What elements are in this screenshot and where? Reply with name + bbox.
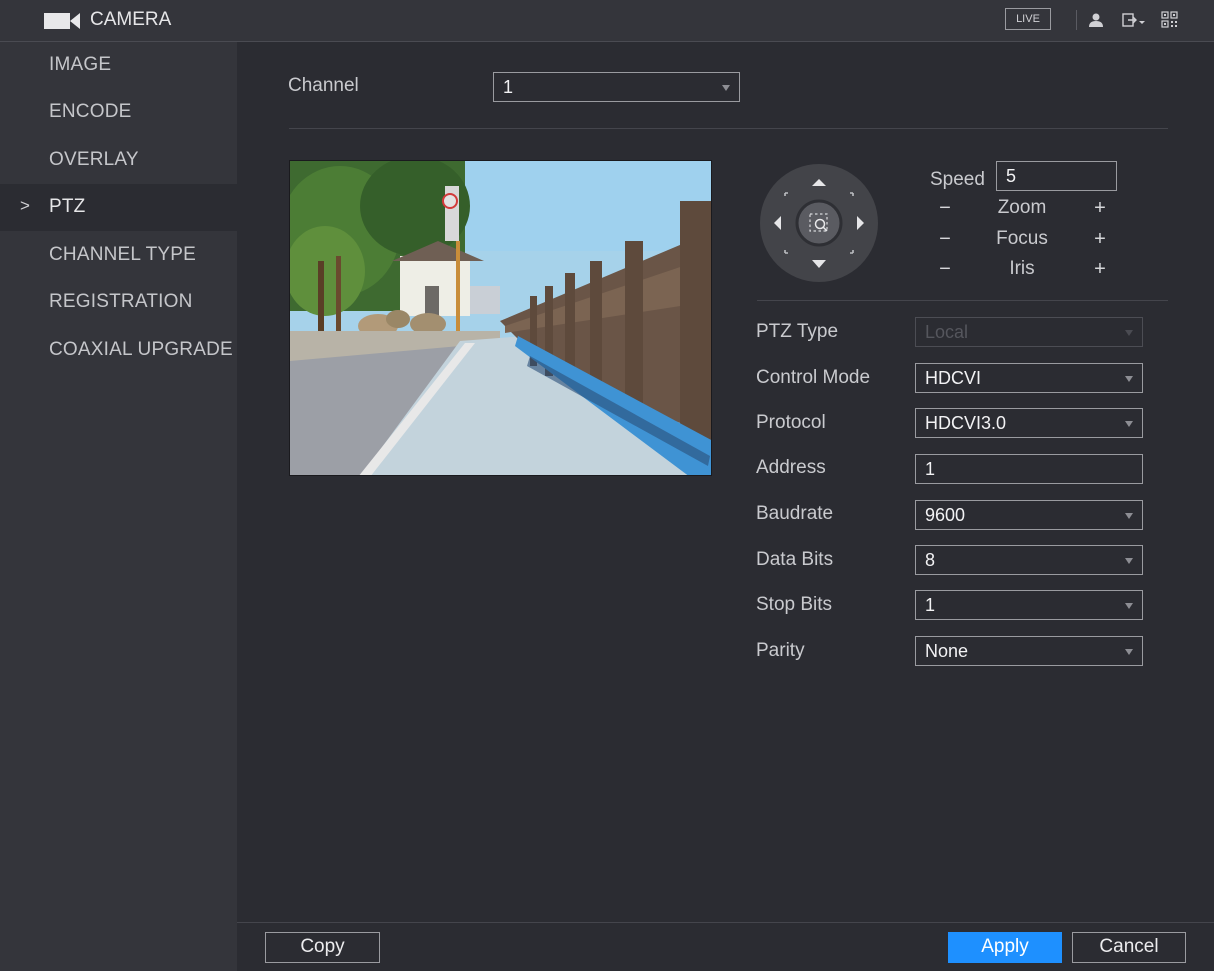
dropdown-arrow-icon bbox=[1125, 603, 1133, 609]
iris-open-button[interactable]: + bbox=[1089, 258, 1111, 281]
sidebar-item-label: OVERLAY bbox=[49, 149, 139, 170]
pan-down-right-icon[interactable] bbox=[850, 250, 854, 254]
zoom-in-button[interactable]: + bbox=[1089, 197, 1111, 220]
baudrate-label: Baudrate bbox=[756, 503, 834, 524]
live-button[interactable]: LIVE bbox=[1005, 8, 1051, 30]
camera-preview bbox=[289, 160, 712, 476]
pan-down-icon[interactable] bbox=[812, 260, 826, 268]
control-mode-value: HDCVI bbox=[925, 368, 982, 388]
pan-up-icon[interactable] bbox=[812, 179, 826, 186]
parity-select[interactable]: None bbox=[915, 636, 1143, 666]
dropdown-arrow-icon bbox=[1125, 558, 1133, 564]
dropdown-arrow-icon bbox=[722, 85, 730, 91]
baudrate-value: 9600 bbox=[925, 505, 966, 525]
sidebar-item-ptz[interactable]: > PTZ bbox=[0, 184, 237, 231]
channel-select[interactable]: 1 bbox=[493, 72, 740, 102]
stop-bits-value: 1 bbox=[925, 595, 936, 615]
ptz-center-button[interactable] bbox=[795, 199, 843, 247]
sidebar: IMAGE ENCODE OVERLAY > PTZ CHANNEL TYPE … bbox=[0, 42, 237, 971]
pan-down-left-icon[interactable] bbox=[784, 250, 788, 254]
toolbar-divider bbox=[1076, 10, 1077, 30]
dropdown-arrow-icon bbox=[1125, 649, 1133, 655]
sidebar-item-label: PTZ bbox=[49, 196, 86, 217]
ptz-type-value: Local bbox=[925, 322, 969, 342]
preview-image bbox=[290, 161, 711, 475]
copy-button[interactable]: Copy bbox=[265, 932, 380, 963]
address-label: Address bbox=[756, 457, 826, 478]
zoom-out-button[interactable]: − bbox=[934, 197, 956, 220]
sidebar-item-overlay[interactable]: OVERLAY bbox=[0, 137, 237, 184]
pan-right-icon[interactable] bbox=[857, 216, 864, 230]
iris-close-button[interactable]: − bbox=[934, 258, 956, 281]
focus-near-button[interactable]: − bbox=[934, 228, 956, 251]
stop-bits-label: Stop Bits bbox=[756, 594, 833, 615]
ptz-pad-graphic bbox=[774, 179, 864, 268]
bottom-bar bbox=[237, 922, 1214, 971]
page-title: CAMERA bbox=[90, 9, 172, 30]
sidebar-item-label: IMAGE bbox=[49, 54, 112, 75]
video-camera-icon bbox=[44, 13, 80, 29]
parity-label: Parity bbox=[756, 640, 805, 661]
sidebar-item-channel-type[interactable]: CHANNEL TYPE bbox=[0, 232, 237, 279]
baudrate-select[interactable]: 9600 bbox=[915, 500, 1143, 530]
ptz-type-label: PTZ Type bbox=[756, 321, 839, 342]
protocol-label: Protocol bbox=[756, 412, 826, 433]
address-value: 1 bbox=[925, 459, 936, 479]
parity-value: None bbox=[925, 641, 969, 661]
dropdown-arrow-icon bbox=[1125, 513, 1133, 519]
top-bar: CAMERA LIVE bbox=[0, 0, 1214, 42]
ptz-type-select: Local bbox=[915, 317, 1143, 347]
data-bits-label: Data Bits bbox=[756, 549, 834, 570]
chevron-right-icon: > bbox=[20, 196, 30, 215]
dropdown-arrow-icon bbox=[1125, 330, 1133, 336]
sidebar-item-label: CHANNEL TYPE bbox=[49, 244, 197, 265]
divider bbox=[289, 128, 1168, 129]
logout-icon[interactable] bbox=[1120, 11, 1146, 29]
speed-value: 5 bbox=[1006, 166, 1017, 186]
dropdown-arrow-icon bbox=[1125, 376, 1133, 382]
protocol-value: HDCVI3.0 bbox=[925, 413, 1007, 433]
sidebar-item-label: COAXIAL UPGRADE bbox=[49, 339, 233, 360]
user-icon[interactable] bbox=[1086, 11, 1106, 29]
sidebar-item-label: REGISTRATION bbox=[49, 291, 193, 312]
ptz-direction-pad bbox=[760, 164, 878, 282]
apply-button[interactable]: Apply bbox=[948, 932, 1062, 963]
control-mode-select[interactable]: HDCVI bbox=[915, 363, 1143, 393]
pan-up-left-icon[interactable] bbox=[784, 192, 788, 196]
focus-label: Focus bbox=[996, 228, 1048, 249]
address-input[interactable]: 1 bbox=[915, 454, 1143, 484]
protocol-select[interactable]: HDCVI3.0 bbox=[915, 408, 1143, 438]
sidebar-item-label: ENCODE bbox=[49, 101, 132, 122]
pan-left-icon[interactable] bbox=[774, 216, 781, 230]
stop-bits-select[interactable]: 1 bbox=[915, 590, 1143, 620]
cancel-button[interactable]: Cancel bbox=[1072, 932, 1186, 963]
data-bits-select[interactable]: 8 bbox=[915, 545, 1143, 575]
pan-up-right-icon[interactable] bbox=[850, 192, 854, 196]
iris-label: Iris bbox=[1009, 258, 1035, 279]
data-bits-value: 8 bbox=[925, 550, 936, 570]
speed-input[interactable]: 5 bbox=[996, 161, 1117, 191]
channel-value: 1 bbox=[503, 77, 514, 97]
qr-code-icon[interactable] bbox=[1160, 11, 1180, 29]
sidebar-item-image[interactable]: IMAGE bbox=[0, 42, 237, 89]
dropdown-arrow-icon bbox=[1125, 421, 1133, 427]
zoom-label: Zoom bbox=[997, 197, 1047, 218]
focus-far-button[interactable]: + bbox=[1089, 228, 1111, 251]
divider bbox=[757, 300, 1168, 301]
sidebar-item-encode[interactable]: ENCODE bbox=[0, 89, 237, 136]
sidebar-item-registration[interactable]: REGISTRATION bbox=[0, 279, 237, 326]
channel-label: Channel bbox=[288, 75, 359, 96]
control-mode-label: Control Mode bbox=[756, 367, 871, 388]
speed-label: Speed bbox=[930, 169, 985, 190]
sidebar-item-coaxial-upgrade[interactable]: COAXIAL UPGRADE bbox=[0, 327, 237, 374]
